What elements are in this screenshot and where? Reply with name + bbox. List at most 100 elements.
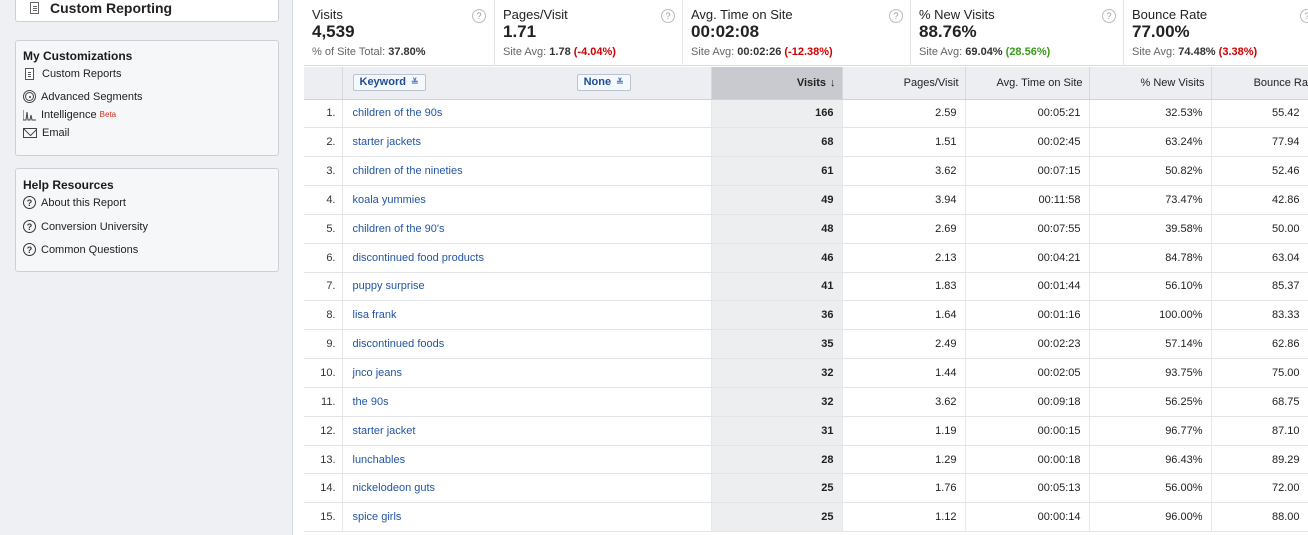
metric-avg-time: Avg. Time on Site ? 00:02:08 Site Avg: 0…	[682, 0, 910, 66]
visits-cell: 35	[711, 329, 843, 360]
table-row: 8. lisa frank 36 1.64 00:01:16 100.00% 83.33	[304, 300, 1308, 331]
help-icon[interactable]: ?	[472, 9, 486, 23]
advanced-segments-label: Advanced Segments	[41, 90, 143, 103]
keyword-link[interactable]: discontinued foods	[342, 329, 712, 360]
about-report-link[interactable]: ? About this Report	[23, 196, 126, 209]
help-icon[interactable]: ?	[1300, 9, 1308, 23]
help-icon: ?	[23, 220, 36, 233]
col-pages-visit[interactable]: Pages/Visit	[842, 67, 966, 100]
pages-visit-cell: 1.64	[842, 300, 966, 331]
row-index: 9.	[304, 329, 343, 360]
report-icon	[30, 2, 39, 14]
visits-cell: 28	[711, 445, 843, 475]
keyword-link[interactable]: spice girls	[342, 502, 712, 533]
keyword-link[interactable]: discontinued food products	[342, 243, 712, 273]
row-index: 8.	[304, 300, 343, 331]
avg-time-cell: 00:02:05	[965, 358, 1090, 388]
new-visits-cell: 57.14%	[1089, 329, 1212, 360]
pages-visit-cell: 2.13	[842, 243, 966, 273]
col-bounce-rate[interactable]: Bounce Ra	[1211, 67, 1308, 100]
keyword-link[interactable]: children of the 90s	[342, 99, 712, 129]
keyword-dropdown[interactable]: Keyword ≚	[352, 74, 426, 92]
pages-visit-cell: 1.83	[842, 272, 966, 302]
table-row: 1. children of the 90s 166 2.59 00:05:21 32.5…	[304, 99, 1308, 129]
keyword-link[interactable]: lunchables	[342, 445, 712, 475]
row-index: 15.	[304, 502, 343, 533]
keyword-link[interactable]: the 90s	[342, 387, 712, 417]
keyword-link[interactable]: lisa frank	[342, 300, 712, 331]
pages-visit-cell: 1.76	[842, 473, 966, 504]
bounce-rate-cell: 77.94	[1211, 127, 1308, 158]
row-index: 12.	[304, 416, 343, 446]
index-header	[304, 67, 343, 100]
keyword-link[interactable]: nickelodeon guts	[342, 473, 712, 504]
help-icon: ?	[23, 243, 36, 256]
avg-time-cell: 00:02:23	[965, 329, 1090, 360]
keyword-link[interactable]: starter jackets	[342, 127, 712, 158]
help-icon[interactable]: ?	[661, 9, 675, 23]
my-customizations-panel: My Customizations Custom Reports Advance…	[15, 40, 279, 156]
visits-cell: 32	[711, 387, 843, 417]
row-index: 3.	[304, 156, 343, 187]
common-questions-link[interactable]: ? Common Questions	[23, 243, 138, 256]
col-visits[interactable]: Visits ↓	[711, 67, 843, 100]
keyword-link[interactable]: jnco jeans	[342, 358, 712, 388]
col-avg-time[interactable]: Avg. Time on Site	[965, 67, 1090, 100]
sidebar: Custom Reporting My Customizations Custo…	[0, 0, 293, 535]
advanced-segments-link[interactable]: Advanced Segments	[23, 90, 143, 103]
visits-cell: 25	[711, 502, 843, 533]
help-icon[interactable]: ?	[1102, 9, 1116, 23]
metric-name: Avg. Time on Site	[691, 7, 793, 22]
intelligence-link[interactable]: Intelligence Beta	[23, 108, 116, 121]
sort-arrow-icon: ↓	[830, 76, 836, 89]
row-index: 5.	[304, 214, 343, 244]
bounce-rate-cell: 89.29	[1211, 445, 1308, 475]
bounce-rate-cell: 55.42	[1211, 99, 1308, 129]
table-row: 6. discontinued food products 46 2.13 00:04:…	[304, 243, 1308, 273]
help-icon[interactable]: ?	[889, 9, 903, 23]
avg-time-cell: 00:04:21	[965, 243, 1090, 273]
metric-sub: Site Avg: 74.48% (3.38%)	[1132, 46, 1258, 58]
keyword-link[interactable]: children of the 90's	[342, 214, 712, 244]
keyword-link[interactable]: koala yummies	[342, 185, 712, 215]
bounce-rate-cell: 83.33	[1211, 300, 1308, 331]
row-index: 4.	[304, 185, 343, 215]
secondary-dimension-dropdown[interactable]: None ≚	[576, 74, 631, 92]
visits-cell: 68	[711, 127, 843, 158]
bounce-rate-cell: 50.00	[1211, 214, 1308, 244]
row-index: 2.	[304, 127, 343, 158]
new-visits-cell: 84.78%	[1089, 243, 1212, 273]
custom-reports-link[interactable]: Custom Reports	[23, 68, 121, 80]
bounce-rate-cell: 75.00	[1211, 358, 1308, 388]
avg-time-cell: 00:00:18	[965, 445, 1090, 475]
keyword-link[interactable]: children of the nineties	[342, 156, 712, 187]
new-visits-cell: 96.43%	[1089, 445, 1212, 475]
metric-pages-visit: Pages/Visit ? 1.71 Site Avg: 1.78 (-4.04…	[494, 0, 682, 66]
bounce-rate-cell: 63.04	[1211, 243, 1308, 273]
visits-cell: 46	[711, 243, 843, 273]
new-visits-cell: 100.00%	[1089, 300, 1212, 331]
conversion-university-link[interactable]: ? Conversion University	[23, 220, 148, 233]
bounce-rate-cell: 87.10	[1211, 416, 1308, 446]
keyword-link[interactable]: starter jacket	[342, 416, 712, 446]
avg-time-cell: 00:05:13	[965, 473, 1090, 504]
avg-time-cell: 00:09:18	[965, 387, 1090, 417]
custom-reporting-link[interactable]: Custom Reporting	[15, 0, 279, 22]
table-row: 4. koala yummies 49 3.94 00:11:58 73.47% 42.86	[304, 185, 1308, 215]
row-index: 10.	[304, 358, 343, 388]
table-row: 3. children of the nineties 61 3.62 00:07:15…	[304, 156, 1308, 187]
col-new-visits[interactable]: % New Visits	[1089, 67, 1212, 100]
email-link[interactable]: Email	[23, 127, 70, 139]
table-row: 11. the 90s 32 3.62 00:09:18 56.25% 68.75	[304, 387, 1308, 417]
new-visits-cell: 39.58%	[1089, 214, 1212, 244]
bounce-rate-cell: 88.00	[1211, 502, 1308, 533]
avg-time-cell: 00:07:15	[965, 156, 1090, 187]
metric-name: Pages/Visit	[503, 7, 568, 22]
email-label: Email	[42, 127, 70, 139]
table-row: 10. jnco jeans 32 1.44 00:02:05 93.75% 75.00	[304, 358, 1308, 388]
metric-name: Visits	[312, 7, 343, 22]
keyword-link[interactable]: puppy surprise	[342, 272, 712, 302]
visits-cell: 36	[711, 300, 843, 331]
visits-cell: 61	[711, 156, 843, 187]
avg-time-cell: 00:01:44	[965, 272, 1090, 302]
